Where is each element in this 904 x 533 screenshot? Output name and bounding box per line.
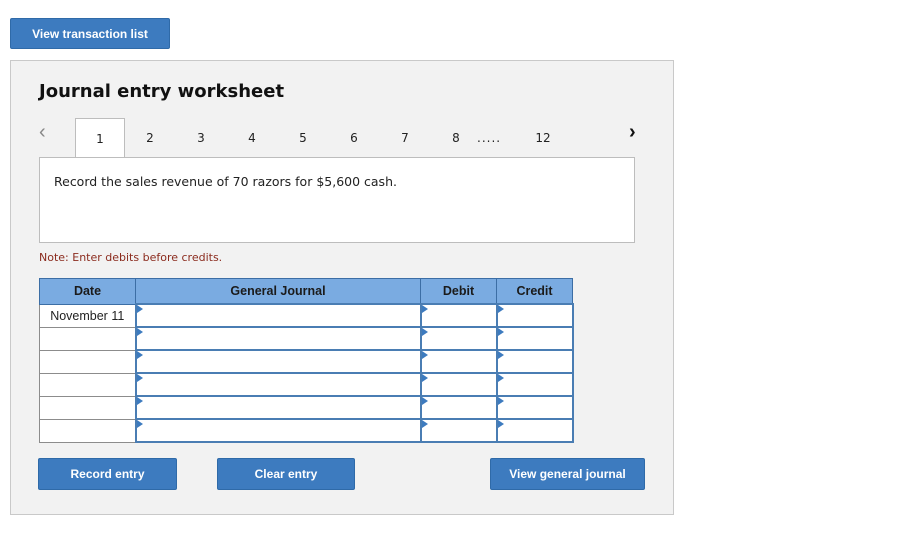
tab-2[interactable]: 2 <box>135 119 165 157</box>
date-cell <box>39 349 136 374</box>
account-select[interactable] <box>134 395 422 420</box>
triangle-right-icon <box>497 397 504 405</box>
triangle-right-icon <box>497 351 504 359</box>
triangle-right-icon <box>497 328 504 336</box>
credit-input[interactable] <box>495 418 574 443</box>
chevron-left-icon[interactable]: ‹ <box>39 122 46 142</box>
debit-input[interactable] <box>419 372 498 397</box>
date-cell <box>39 418 136 443</box>
note-text: Note: Enter debits before credits. <box>39 251 223 264</box>
triangle-right-icon <box>421 305 428 313</box>
date-cell: November 11 <box>39 303 136 328</box>
triangle-right-icon <box>421 328 428 336</box>
table-row <box>39 395 574 420</box>
triangle-right-icon <box>136 305 143 313</box>
view-general-journal-button[interactable]: View general journal <box>490 458 645 490</box>
table-row <box>39 418 574 443</box>
tab-4[interactable]: 4 <box>237 119 267 157</box>
account-select[interactable] <box>134 372 422 397</box>
tab-5[interactable]: 5 <box>288 119 318 157</box>
triangle-right-icon <box>136 328 143 336</box>
debit-input[interactable] <box>419 326 498 351</box>
triangle-right-icon <box>136 397 143 405</box>
debit-input[interactable] <box>419 303 498 328</box>
clear-entry-button[interactable]: Clear entry <box>217 458 355 490</box>
credit-input[interactable] <box>495 303 574 328</box>
triangle-right-icon <box>421 420 428 428</box>
prompt-box: Record the sales revenue of 70 razors fo… <box>39 157 635 243</box>
credit-input[interactable] <box>495 372 574 397</box>
triangle-right-icon <box>497 374 504 382</box>
date-cell <box>39 326 136 351</box>
tab-6[interactable]: 6 <box>339 119 369 157</box>
tabs-ellipsis: ..... <box>477 131 502 145</box>
triangle-right-icon <box>421 397 428 405</box>
triangle-right-icon <box>421 374 428 382</box>
tab-1[interactable]: 1 <box>75 118 125 158</box>
table-row <box>39 326 574 351</box>
date-header: Date <box>39 278 136 305</box>
chevron-right-icon[interactable]: › <box>629 122 636 142</box>
table-row <box>39 349 574 374</box>
triangle-right-icon <box>136 374 143 382</box>
credit-header: Credit <box>496 278 573 305</box>
credit-input[interactable] <box>495 326 574 351</box>
tab-7[interactable]: 7 <box>390 119 420 157</box>
debit-input[interactable] <box>419 349 498 374</box>
account-select[interactable] <box>134 303 422 328</box>
credit-input[interactable] <box>495 349 574 374</box>
debit-input[interactable] <box>419 418 498 443</box>
triangle-right-icon <box>497 420 504 428</box>
view-transaction-list-button[interactable]: View transaction list <box>10 18 170 49</box>
account-select[interactable] <box>134 418 422 443</box>
worksheet-title: Journal entry worksheet <box>39 81 285 102</box>
prompt-text: Record the sales revenue of 70 razors fo… <box>54 174 397 189</box>
debit-header: Debit <box>420 278 497 305</box>
date-cell <box>39 395 136 420</box>
triangle-right-icon <box>136 420 143 428</box>
debit-input[interactable] <box>419 395 498 420</box>
account-select[interactable] <box>134 326 422 351</box>
tab-8[interactable]: 8 <box>441 119 471 157</box>
date-cell <box>39 372 136 397</box>
journal-table: Date General Journal Debit Credit Novemb… <box>39 278 574 443</box>
credit-input[interactable] <box>495 395 574 420</box>
triangle-right-icon <box>421 351 428 359</box>
table-row: November 11 <box>39 303 574 328</box>
triangle-right-icon <box>136 351 143 359</box>
record-entry-button[interactable]: Record entry <box>38 458 177 490</box>
tab-12[interactable]: 12 <box>528 119 558 157</box>
tab-3[interactable]: 3 <box>186 119 216 157</box>
triangle-right-icon <box>497 305 504 313</box>
journal-entry-worksheet-panel: Journal entry worksheet ‹ › 1 2 3 4 5 6 … <box>10 60 674 515</box>
account-select[interactable] <box>134 349 422 374</box>
table-row <box>39 372 574 397</box>
general-journal-header: General Journal <box>135 278 421 305</box>
